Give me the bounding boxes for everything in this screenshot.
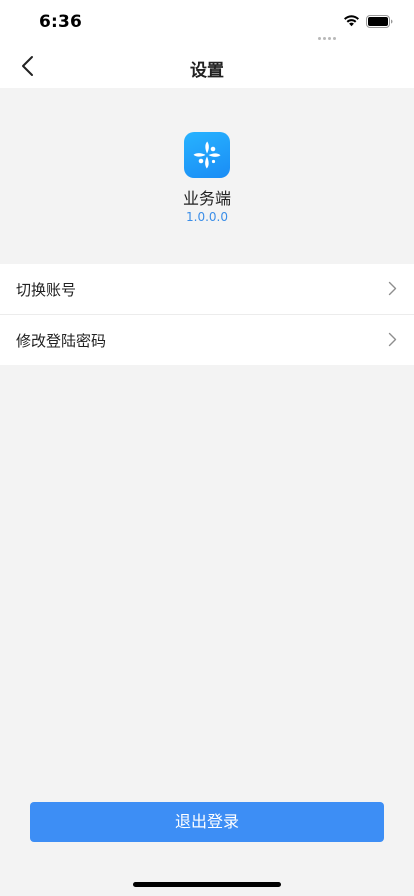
battery-icon — [366, 15, 393, 28]
list-item-label: 修改登陆密码 — [16, 332, 107, 350]
status-time: 6:36 — [39, 12, 83, 32]
change-password-item[interactable]: 修改登陆密码 — [0, 315, 414, 365]
list-item-label: 切换账号 — [16, 281, 77, 299]
home-indicator — [133, 882, 281, 887]
nav-bar: 设置 — [0, 44, 414, 88]
app-logo-icon — [184, 132, 230, 178]
wifi-icon — [344, 15, 359, 27]
switch-account-item[interactable]: 切换账号 — [0, 264, 414, 315]
app-name: 业务端 — [182, 189, 231, 208]
settings-list: 切换账号 修改登陆密码 — [0, 264, 414, 365]
app-version: 1.0.0.0 — [186, 210, 228, 224]
page-title: 设置 — [190, 61, 224, 81]
status-bar: 6:36 — [0, 0, 414, 44]
app-info: 业务端 1.0.0.0 — [0, 88, 414, 264]
logout-button[interactable]: 退出登录 — [30, 802, 384, 842]
chevron-right-icon — [388, 332, 397, 347]
chevron-right-icon — [388, 281, 397, 296]
signal-dots-icon — [318, 25, 338, 40]
